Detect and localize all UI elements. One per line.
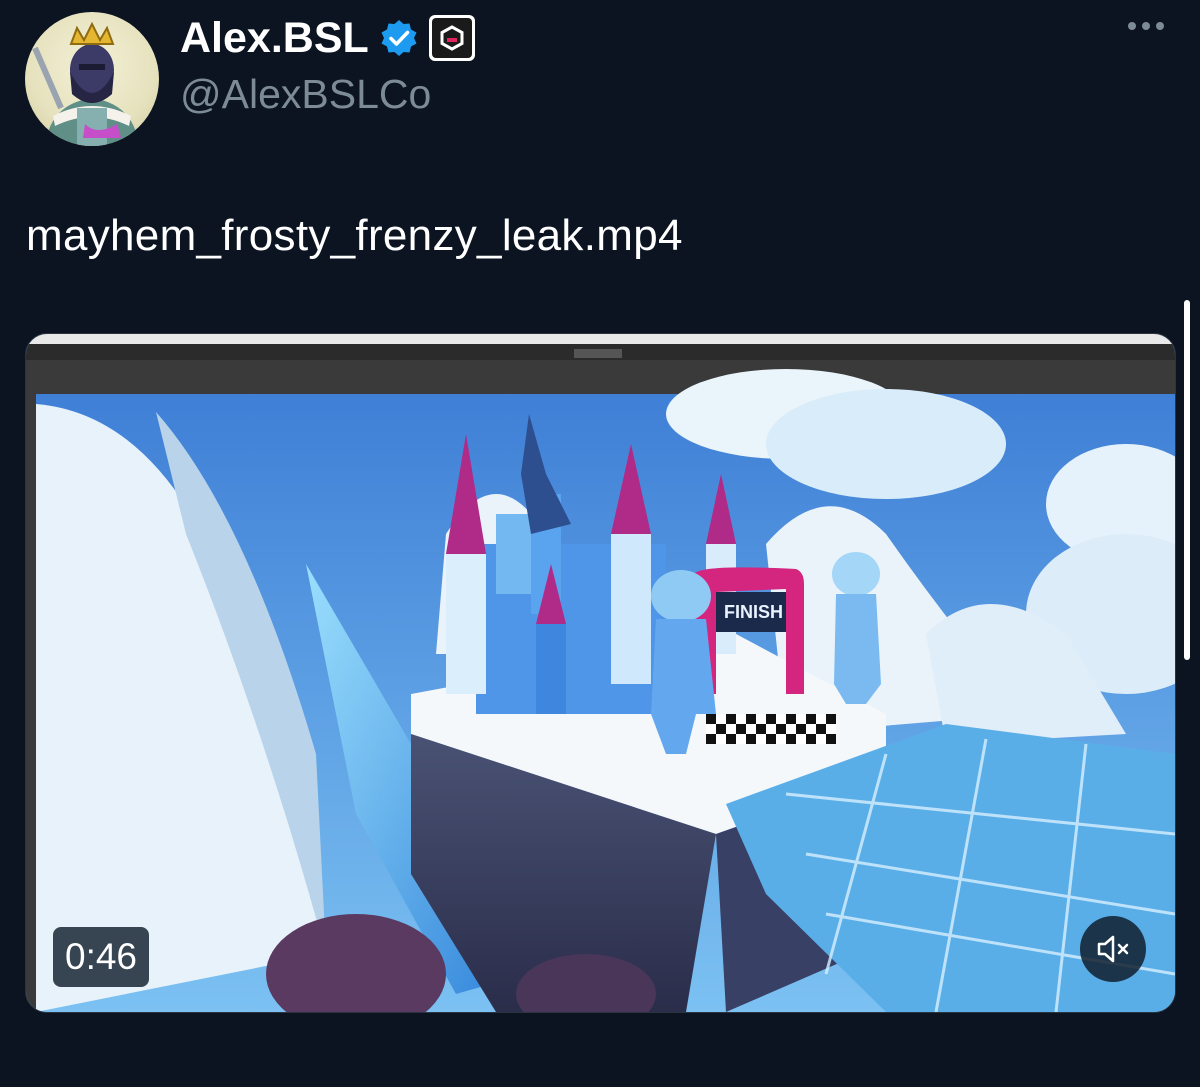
author-handle[interactable]: @AlexBSLCo [180,70,431,118]
verified-badge-icon[interactable] [379,18,419,58]
speaker-muted-icon [1097,935,1129,963]
affiliate-badge[interactable] [428,15,475,61]
avatar[interactable] [25,12,159,146]
author-display-name[interactable]: Alex.BSL [180,12,369,64]
page-scrollbar[interactable] [1184,300,1190,660]
finish-gate-label: FINISH [724,602,783,622]
avatar-illustration [32,21,139,146]
affiliate-logo-icon [440,25,464,51]
author-name-row: Alex.BSL [180,12,475,64]
mute-toggle-button[interactable] [1080,916,1146,982]
video-frame: FINISH [26,334,1175,1012]
finish-line [706,714,836,744]
video-player[interactable]: FINISH [25,333,1176,1013]
more-options-button[interactable] [1128,22,1164,30]
more-options-icon [1128,22,1136,30]
tweet-text: mayhem_frosty_frenzy_leak.mp4 [26,211,683,260]
video-duration-badge: 0:46 [53,927,150,987]
